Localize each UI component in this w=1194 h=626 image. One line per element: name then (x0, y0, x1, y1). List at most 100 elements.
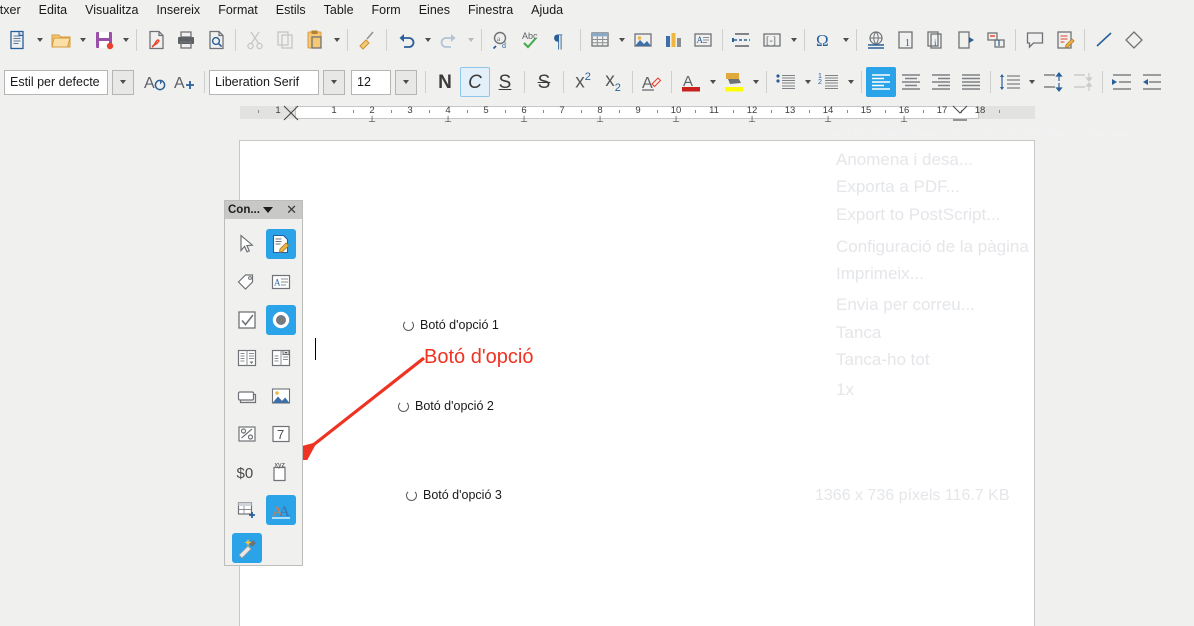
insert-endnote-icon[interactable]: i (921, 25, 951, 55)
form-control-cell[interactable] (230, 377, 264, 415)
font-size-value[interactable]: 12 (351, 70, 391, 95)
option-button-icon[interactable] (266, 305, 296, 335)
align-center-button[interactable] (896, 67, 926, 97)
ordered-list-dropdown[interactable] (844, 67, 857, 97)
paragraph-style-dropdown-button[interactable] (112, 70, 134, 95)
clear-direct-formatting-icon[interactable]: A (637, 67, 667, 97)
option-button-control[interactable]: Botó d'opció 2 (398, 399, 494, 413)
form-control-cell[interactable] (264, 301, 298, 339)
form-control-cell[interactable] (230, 491, 264, 529)
formatting-marks-icon[interactable]: ¶ (546, 25, 576, 55)
ruler-indent-marker-left[interactable] (281, 105, 301, 121)
align-left-button[interactable] (866, 67, 896, 97)
table-control-icon[interactable] (232, 495, 262, 525)
align-right-button[interactable] (926, 67, 956, 97)
menu-fitxer[interactable]: itxer (0, 2, 30, 19)
horizontal-ruler[interactable]: 1234567891011121314151617181⊥⊥⊥⊥⊥⊥⊥⊥ (0, 103, 1194, 122)
page-break-icon[interactable] (727, 25, 757, 55)
line-spacing-icon[interactable] (995, 67, 1025, 97)
menu-format[interactable]: Format (209, 2, 267, 19)
formatted-field-icon[interactable] (232, 419, 262, 449)
highlighting-color-icon[interactable] (719, 67, 749, 97)
form-controls-toolbar-titlebar[interactable]: Con... ✕ (225, 201, 302, 219)
ruler-indent-marker-right[interactable] (951, 105, 969, 121)
subscript-button[interactable]: x2 (598, 67, 628, 97)
numerical-field-icon[interactable]: 7 (266, 419, 296, 449)
form-control-cell[interactable] (264, 339, 298, 377)
menu-ajuda[interactable]: Ajuda (522, 2, 572, 19)
track-changes-icon[interactable] (1050, 25, 1080, 55)
undo-icon[interactable] (391, 25, 421, 55)
form-control-cell[interactable]: A (264, 263, 298, 301)
underline-button[interactable]: S (490, 67, 520, 97)
radio-circle-icon[interactable] (398, 401, 409, 412)
font-name-combo[interactable]: Liberation Serif (209, 70, 345, 95)
undo-dropdown[interactable] (421, 25, 434, 55)
paste-icon[interactable] (300, 25, 330, 55)
option-button-control[interactable]: Botó d'opció 3 (406, 488, 502, 502)
font-color-dropdown[interactable] (706, 67, 719, 97)
currency-field-icon[interactable]: $0 (232, 457, 262, 487)
open-document-dropdown[interactable] (76, 25, 89, 55)
update-selected-style-icon[interactable]: A (140, 67, 170, 97)
font-color-icon[interactable]: A (676, 67, 706, 97)
menu-form[interactable]: Form (363, 2, 410, 19)
check-box-icon[interactable] (232, 305, 262, 335)
font-name-value[interactable]: Liberation Serif (209, 70, 319, 95)
form-control-cell[interactable] (230, 225, 264, 263)
superscript-button[interactable]: x2 (568, 67, 598, 97)
italic-button[interactable]: C (460, 67, 490, 97)
export-as-pdf-icon[interactable] (141, 25, 171, 55)
form-control-cell[interactable]: $0 (230, 453, 264, 491)
decrease-indent-icon[interactable] (1137, 67, 1167, 97)
form-design-tools-icon[interactable]: AA (266, 495, 296, 525)
increase-indent-icon[interactable] (1107, 67, 1137, 97)
find-and-replace-icon[interactable]: a d (486, 25, 516, 55)
combo-box-icon[interactable] (266, 343, 296, 373)
form-control-cell[interactable]: xyz (264, 453, 298, 491)
bold-button[interactable]: N (430, 67, 460, 97)
design-mode-icon[interactable] (266, 229, 296, 259)
radio-circle-icon[interactable] (403, 320, 414, 331)
insert-line-icon[interactable] (1089, 25, 1119, 55)
pattern-field-icon[interactable]: xyz (266, 457, 296, 487)
form-control-cell[interactable] (230, 339, 264, 377)
special-character-dropdown[interactable] (839, 25, 852, 55)
close-icon[interactable]: ✕ (286, 201, 299, 219)
insert-cross-reference-icon[interactable] (981, 25, 1011, 55)
clone-formatting-icon[interactable] (352, 25, 382, 55)
form-control-cell[interactable] (230, 263, 264, 301)
menu-edita[interactable]: Edita (30, 2, 77, 19)
form-control-cell[interactable] (264, 377, 298, 415)
basic-shapes-icon[interactable] (1119, 25, 1149, 55)
form-control-cell[interactable] (264, 225, 298, 263)
new-document-dropdown[interactable] (33, 25, 46, 55)
ruler-right-margin[interactable] (978, 106, 1035, 119)
save-document-dropdown[interactable] (119, 25, 132, 55)
spelling-icon[interactable]: Abc (516, 25, 546, 55)
text-box-icon[interactable]: A (266, 267, 296, 297)
unordered-list-dropdown[interactable] (801, 67, 814, 97)
paste-dropdown[interactable] (330, 25, 343, 55)
option-button-control[interactable]: Botó d'opció 1 (403, 318, 499, 332)
menu-finestra[interactable]: Finestra (459, 2, 522, 19)
insert-table-dropdown[interactable] (615, 25, 628, 55)
form-control-cell[interactable] (230, 301, 264, 339)
menu-insereix[interactable]: Insereix (147, 2, 209, 19)
wizards-on-off-icon[interactable] (232, 533, 262, 563)
insert-hyperlink-icon[interactable] (861, 25, 891, 55)
insert-bookmark-icon[interactable] (951, 25, 981, 55)
insert-field-dropdown[interactable] (787, 25, 800, 55)
insert-chart-icon[interactable] (658, 25, 688, 55)
label-field-icon[interactable] (232, 267, 262, 297)
align-justified-button[interactable] (956, 67, 986, 97)
insert-text-box-icon[interactable]: A (688, 25, 718, 55)
list-box-icon[interactable] (232, 343, 262, 373)
select-tool-icon[interactable] (232, 229, 262, 259)
push-button-icon[interactable] (232, 381, 262, 411)
font-size-dropdown-button[interactable] (395, 70, 417, 95)
form-control-cell[interactable]: 7 (264, 415, 298, 453)
document-workspace[interactable]: Anomena i desa...Exporta a PDF...Export … (0, 122, 1194, 626)
insert-comment-icon[interactable] (1020, 25, 1050, 55)
menu-visualitza[interactable]: Visualitza (76, 2, 147, 19)
